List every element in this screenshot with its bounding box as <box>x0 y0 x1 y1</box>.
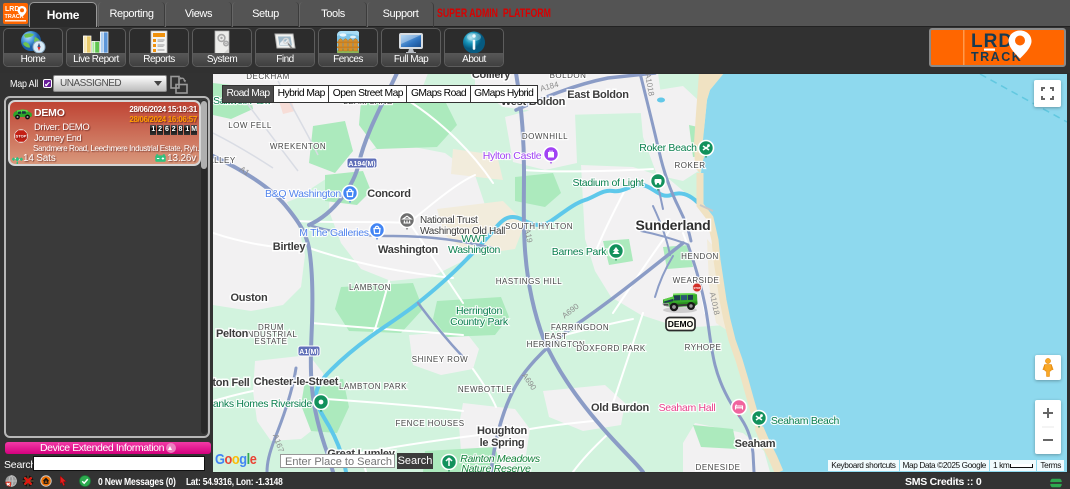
svg-text:LOW FELL: LOW FELL <box>228 121 272 130</box>
svg-text:NEWBOTTLE: NEWBOTTLE <box>458 385 512 394</box>
svg-text:Old Burdon: Old Burdon <box>591 402 650 414</box>
svg-text:Ouston: Ouston <box>231 292 269 304</box>
svg-text:Pelton Fell: Pelton Fell <box>213 377 250 389</box>
svg-text:LAMBTON: LAMBTON <box>349 283 391 292</box>
svg-text:Roker Beach: Roker Beach <box>639 142 697 154</box>
svg-text:A194(M): A194(M) <box>348 161 375 168</box>
svg-text:Country Park: Country Park <box>450 316 509 328</box>
svg-text:Seaham: Seaham <box>735 438 776 450</box>
svg-text:le Spring: le Spring <box>480 437 525 449</box>
svg-text:ALLEY: ALLEY <box>213 156 236 165</box>
svg-text:Hylton Castle: Hylton Castle <box>483 150 542 162</box>
svg-text:Banks Homes Riverside: Banks Homes Riverside <box>213 398 312 410</box>
svg-text:Stadium of Light: Stadium of Light <box>572 177 643 189</box>
svg-text:DEMO: DEMO <box>668 319 694 329</box>
svg-text:HENDON: HENDON <box>681 252 719 261</box>
svg-text:Chester-le-Street: Chester-le-Street <box>254 376 339 388</box>
svg-text:STOP: STOP <box>16 133 27 138</box>
svg-text:Colliery: Colliery <box>472 73 511 81</box>
svg-text:A1(M): A1(M) <box>299 349 318 356</box>
svg-text:ESTATE: ESTATE <box>255 337 288 346</box>
svg-text:Sunderland: Sunderland <box>635 217 710 233</box>
svg-text:BOLDON: BOLDON <box>550 73 587 80</box>
svg-text:STOP: STOP <box>693 286 700 290</box>
svg-text:DECKHAM: DECKHAM <box>246 73 290 81</box>
svg-text:M The Galleries: M The Galleries <box>299 227 368 239</box>
svg-text:DOXFORD PARK: DOXFORD PARK <box>576 344 646 353</box>
svg-text:Washington Old Hall: Washington Old Hall <box>420 226 505 237</box>
svg-text:ROKER: ROKER <box>675 161 706 170</box>
svg-text:FARRINGDON: FARRINGDON <box>551 323 609 332</box>
svg-text:LRD: LRD <box>5 6 19 13</box>
svg-text:Birtley: Birtley <box>273 241 307 253</box>
svg-text:WREKENTON: WREKENTON <box>270 142 326 151</box>
svg-text:FENCE HOUSES: FENCE HOUSES <box>395 419 464 428</box>
svg-text:SHINEY ROW: SHINEY ROW <box>412 355 468 364</box>
svg-text:Barnes Park: Barnes Park <box>552 246 608 258</box>
svg-text:National Trust: National Trust <box>420 215 478 226</box>
svg-text:SOUTH HYLTON: SOUTH HYLTON <box>505 222 573 231</box>
svg-text:Nature Reserve: Nature Reserve <box>461 463 531 472</box>
svg-text:Seaham Hall: Seaham Hall <box>659 402 716 414</box>
svg-text:Washington: Washington <box>448 244 501 256</box>
svg-text:East Boldon: East Boldon <box>567 89 629 101</box>
svg-text:Seaham Beach: Seaham Beach <box>771 415 840 427</box>
svg-text:LAMBTON PARK: LAMBTON PARK <box>339 382 407 391</box>
svg-text:DENESIDE: DENESIDE <box>696 463 741 472</box>
svg-text:Pelton: Pelton <box>216 328 249 340</box>
svg-text:HASTINGS HILL: HASTINGS HILL <box>496 277 563 286</box>
svg-text:Washington: Washington <box>378 244 439 256</box>
svg-text:Concord: Concord <box>367 188 410 200</box>
svg-text:Houghton: Houghton <box>477 425 527 437</box>
svg-text:DOWNHILL: DOWNHILL <box>522 132 568 141</box>
svg-text:RYHOPE: RYHOPE <box>685 343 722 352</box>
svg-text:B&Q Washington: B&Q Washington <box>265 188 341 200</box>
